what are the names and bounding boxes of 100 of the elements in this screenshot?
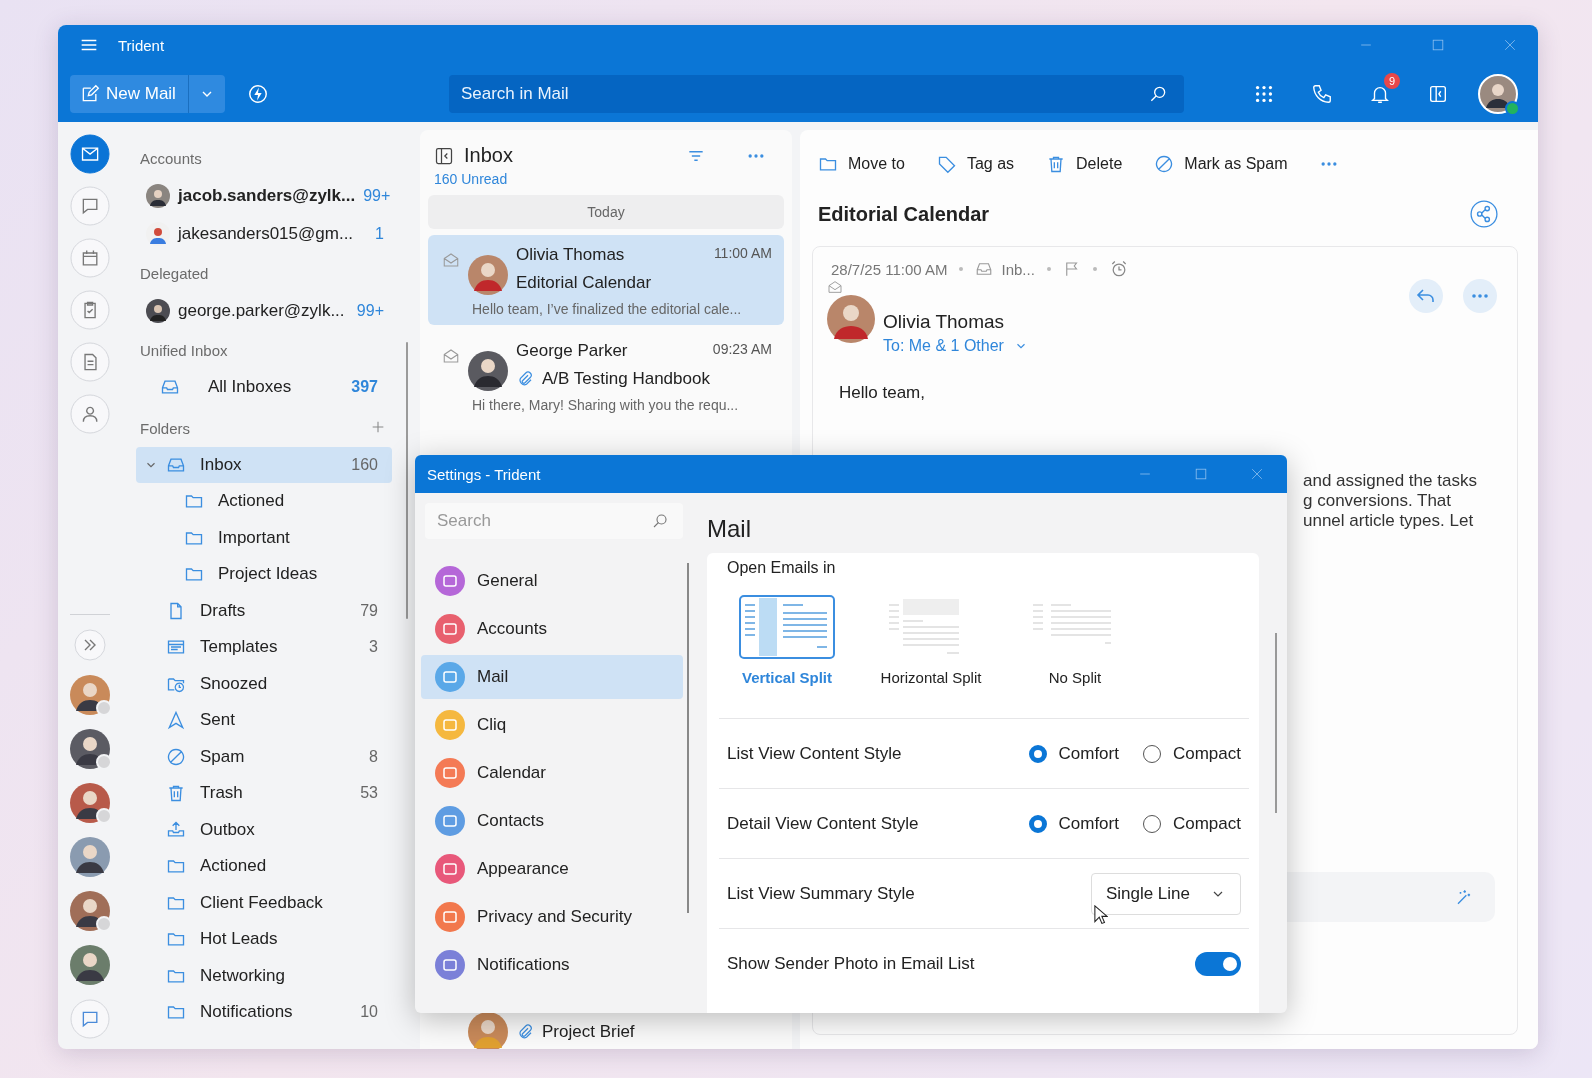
folder-item[interactable]: Actioned <box>136 848 392 885</box>
folder-item[interactable]: Actioned <box>136 483 392 520</box>
avatar <box>468 255 508 295</box>
message-item[interactable]: Olivia Thomas 11:00 AM Editorial Calendar Hello team, I’ve finalized the editorial cale... <box>428 235 784 325</box>
compose-icon <box>80 83 100 104</box>
section-heading: Folders <box>139 418 192 439</box>
folder-label[interactable]: Inb... <box>1001 260 1035 278</box>
settings-nav-item[interactable]: Appearance <box>421 847 683 891</box>
unread-count[interactable]: 160 Unread <box>428 167 784 195</box>
envelope-icon <box>442 251 460 269</box>
message-date: 28/7/25 11:00 AM <box>831 260 948 278</box>
notification-badge: 9 <box>1384 72 1400 89</box>
radio-option[interactable]: Compact <box>1142 813 1241 834</box>
folder-item[interactable]: Sent <box>136 702 392 739</box>
search-field[interactable]: Search <box>425 503 683 539</box>
settings-nav-item[interactable]: Privacy and Security <box>421 895 683 939</box>
folder-item[interactable]: Outbox <box>136 811 392 848</box>
toolbar-action[interactable]: Delete <box>1046 154 1123 174</box>
send-icon <box>166 710 186 731</box>
list-title: Inbox <box>464 144 513 167</box>
avatar[interactable] <box>70 729 110 769</box>
settings-nav-item[interactable]: Mail <box>421 655 683 699</box>
sender-name: Olivia Thomas <box>883 311 1006 333</box>
email-body-text: g conversions. That <box>1303 491 1453 511</box>
clipboard-icon[interactable] <box>70 290 110 330</box>
person-icon[interactable] <box>70 394 110 434</box>
account-item[interactable]: jakesanders015@gm... 1 <box>136 215 398 253</box>
outbox-icon <box>166 819 186 840</box>
trash-icon <box>166 783 186 804</box>
email-body-text: unnel article types. Let <box>1303 511 1475 531</box>
avatar <box>468 1012 508 1049</box>
folder-item[interactable]: Networking <box>136 957 392 994</box>
layout-option[interactable]: No Split <box>1021 595 1129 686</box>
setting-label: Open Emails in <box>726 559 837 577</box>
radio-option[interactable]: Comfort <box>1028 813 1119 834</box>
layout-option[interactable]: Vertical Split <box>733 595 841 686</box>
avatar[interactable] <box>70 837 110 877</box>
document-icon[interactable] <box>70 342 110 382</box>
folder-item[interactable]: Important <box>136 519 392 556</box>
lightning-icon[interactable] <box>246 82 269 105</box>
layout-option[interactable]: Horizontal Split <box>877 595 985 686</box>
settings-nav-item[interactable]: Notifications <box>421 943 683 987</box>
chat-icon[interactable] <box>70 186 110 226</box>
avatar[interactable] <box>1478 73 1518 114</box>
close-icon[interactable] <box>1502 37 1518 53</box>
mail-icon[interactable] <box>70 134 110 174</box>
toggle-switch[interactable] <box>1195 951 1241 976</box>
settings-nav-item[interactable]: Cliq <box>421 703 683 747</box>
avatar <box>146 184 170 208</box>
email-subject: Editorial Calendar <box>818 202 990 226</box>
share-icon[interactable] <box>1470 200 1498 228</box>
settings-nav-item[interactable]: Calendar <box>421 751 683 795</box>
account-item[interactable]: jacob.sanders@zylk... 99+ <box>136 177 398 215</box>
folder-item[interactable]: Hot Leads <box>136 921 392 958</box>
folder-item[interactable]: Drafts 79 <box>136 592 392 629</box>
folder-item[interactable]: All Inboxes 397 <box>136 369 392 406</box>
search-field[interactable]: Search in Mail <box>448 74 1184 113</box>
chat-icon[interactable] <box>70 999 110 1039</box>
dialog-title: Settings - Trident <box>427 465 541 483</box>
folder-item[interactable]: Snoozed <box>136 665 392 702</box>
email-body-text: and assigned the tasks <box>1303 471 1478 491</box>
account-item[interactable]: george.parker@zylk... 99+ <box>136 292 398 330</box>
window-title: Trident <box>118 36 165 54</box>
settings-nav-item[interactable]: General <box>421 559 683 603</box>
setting-label: List View Summary Style <box>727 883 915 904</box>
close-icon[interactable] <box>1249 466 1265 482</box>
toolbar-action[interactable]: Mark as Spam <box>1154 154 1288 174</box>
folder-item[interactable]: Spam 8 <box>136 738 392 775</box>
setting-label: Detail View Content Style <box>727 813 919 834</box>
recipients-link[interactable]: To: Me & 1 Other <box>883 337 1028 355</box>
block-icon <box>166 746 186 767</box>
avatar[interactable] <box>70 945 110 985</box>
toolbar-action[interactable]: Move to <box>818 154 905 174</box>
new-mail-button[interactable]: New Mail <box>70 74 225 113</box>
search-icon[interactable] <box>651 512 669 530</box>
avatar <box>827 295 875 343</box>
envelope-icon <box>442 347 460 365</box>
radio-option[interactable]: Compact <box>1142 743 1241 764</box>
folder-item[interactable]: Templates 3 <box>136 629 392 666</box>
expand-icon[interactable] <box>74 629 106 661</box>
avatar[interactable] <box>70 675 110 715</box>
settings-nav-item[interactable]: Contacts <box>421 799 683 843</box>
toolbar-action[interactable]: Tag as <box>936 154 1015 174</box>
folder-item[interactable]: Client Feedback <box>136 884 392 921</box>
more-icon[interactable] <box>1463 279 1497 313</box>
folder-item[interactable]: Inbox 160 <box>136 446 392 483</box>
date-group-header: Today <box>428 195 784 229</box>
collapse-pane-icon[interactable] <box>434 145 454 166</box>
avatar[interactable] <box>70 783 110 823</box>
new-mail-label: New Mail <box>106 83 176 104</box>
reply-icon[interactable] <box>1409 279 1443 313</box>
section-heading: Accounts <box>139 149 203 169</box>
radio-option[interactable]: Comfort <box>1028 743 1119 764</box>
settings-nav-item[interactable]: Accounts <box>421 607 683 651</box>
folder-item[interactable]: Project Ideas <box>136 556 392 593</box>
folder-item[interactable]: Notifications 10 <box>136 994 392 1031</box>
message-item[interactable]: George Parker 09:23 AM A/B Testing Handbook Hi there, Mary! Sharing with you the requ... <box>428 331 784 421</box>
phone-icon[interactable] <box>1311 82 1333 105</box>
folder-item[interactable]: Trash 53 <box>136 775 392 812</box>
calendar-icon[interactable] <box>70 238 110 278</box>
